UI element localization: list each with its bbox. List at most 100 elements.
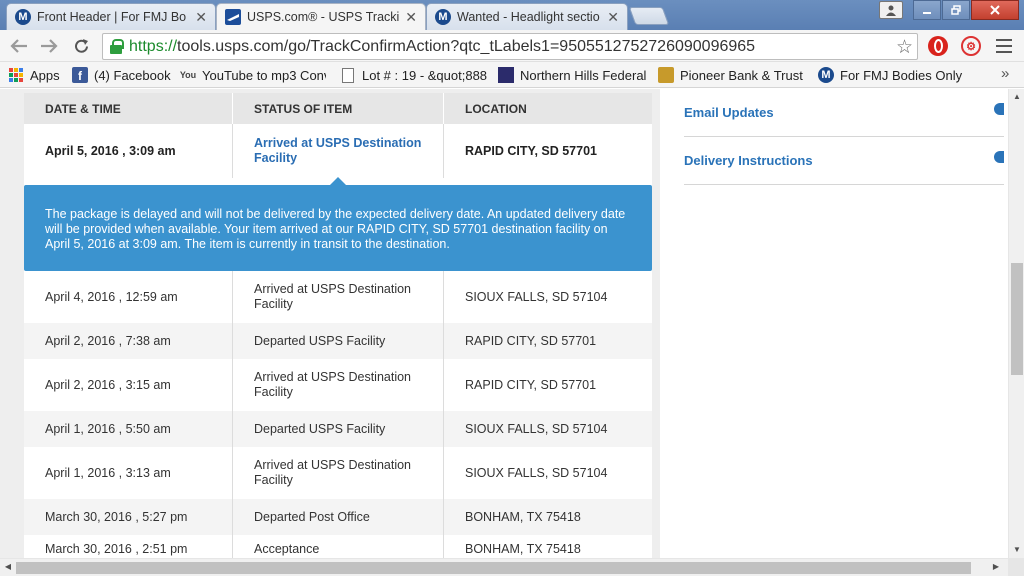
column-header-status: STATUS OF ITEM xyxy=(233,93,444,124)
event-date: April 1, 2016 , 3:13 am xyxy=(45,465,171,480)
bookmark-facebook[interactable]: f (4) Facebook xyxy=(72,66,172,84)
table-row: March 30, 2016 , 5:27 pm Departed Post O… xyxy=(24,499,652,535)
bookmark-fmj-bodies[interactable]: M For FMJ Bodies Only xyxy=(818,66,968,84)
event-status: Departed USPS Facility xyxy=(254,333,386,348)
tab-title: Wanted - Headlight sectio xyxy=(457,10,600,24)
reload-button[interactable] xyxy=(70,35,92,57)
person-icon xyxy=(886,5,896,16)
profile-button[interactable] xyxy=(879,1,903,19)
minimize-button[interactable] xyxy=(913,0,941,20)
table-row: April 2, 2016 , 3:15 am Arrived at USPS … xyxy=(24,359,652,411)
restore-button[interactable] xyxy=(942,0,970,20)
scroll-up-arrow-icon[interactable]: ▲ xyxy=(1009,92,1024,101)
event-location: RAPID CITY, SD 57701 xyxy=(465,377,597,392)
bookmark-northern-hills[interactable]: Northern Hills Federal xyxy=(498,66,646,84)
event-location: SIOUX FALLS, SD 57104 xyxy=(465,421,608,436)
vertical-scroll-thumb[interactable] xyxy=(1011,263,1023,375)
page-content: DATE & TIME STATUS OF ITEM LOCATION Apri… xyxy=(0,89,1008,558)
column-header-date: DATE & TIME xyxy=(24,93,233,124)
bookmark-label: Apps xyxy=(30,67,60,83)
event-location: SIOUX FALLS, SD 57104 xyxy=(465,465,608,480)
browser-tab-strip: M Front Header | For FMJ Bo ✕ USPS.com® … xyxy=(0,0,1024,30)
table-row: April 2, 2016 , 7:38 am Departed USPS Fa… xyxy=(24,323,652,359)
tab-usps-tracking[interactable]: USPS.com® - USPS Tracki ✕ xyxy=(216,3,426,30)
scroll-down-arrow-icon[interactable]: ▼ xyxy=(1009,545,1024,554)
bookmark-youtube-mp3[interactable]: You YouTube to mp3 Conv xyxy=(180,66,326,84)
link-label: Email Updates xyxy=(684,105,774,120)
horizontal-scroll-thumb[interactable] xyxy=(16,562,971,574)
close-icon[interactable]: ✕ xyxy=(195,9,207,26)
email-updates-link[interactable]: Email Updates xyxy=(684,89,1004,137)
event-date: April 2, 2016 , 3:15 am xyxy=(45,377,171,392)
event-location: BONHAM, TX 75418 xyxy=(465,542,581,556)
chrome-menu-icon[interactable] xyxy=(996,39,1012,53)
bookmark-apps[interactable]: Apps xyxy=(8,66,64,84)
bookmark-label: Lot # : 19 - &quot;888 xyxy=(362,67,488,83)
event-status: Acceptance xyxy=(254,542,320,556)
horizontal-scrollbar[interactable]: ◀ ▶ xyxy=(0,558,1008,576)
lock-icon xyxy=(109,39,124,54)
event-status: Arrived at USPS Destination Facility xyxy=(254,282,412,311)
tab-wanted-headlight[interactable]: M Wanted - Headlight sectio ✕ xyxy=(426,3,628,30)
event-date: March 30, 2016 , 2:51 pm xyxy=(45,542,188,556)
tab-front-header[interactable]: M Front Header | For FMJ Bo ✕ xyxy=(6,3,216,30)
bookmark-label: For FMJ Bodies Only xyxy=(840,67,963,83)
mopar-icon: M xyxy=(15,9,31,25)
facebook-icon: f xyxy=(72,67,88,83)
expand-icon xyxy=(994,103,1004,115)
browser-toolbar: https://tools.usps.com/go/TrackConfirmAc… xyxy=(0,30,1024,62)
link-label: Delivery Instructions xyxy=(684,153,813,168)
vertical-scrollbar[interactable]: ▲ ▼ xyxy=(1008,89,1024,558)
event-date: March 30, 2016 , 5:27 pm xyxy=(45,509,188,524)
restore-icon xyxy=(951,5,961,15)
expand-icon xyxy=(994,151,1004,163)
event-location: RAPID CITY, SD 57701 xyxy=(465,143,597,158)
close-icon[interactable]: ✕ xyxy=(607,9,619,26)
mopar-icon: M xyxy=(818,67,834,83)
back-arrow-icon xyxy=(10,39,27,53)
column-header-location: LOCATION xyxy=(444,93,652,124)
opera-extension-icon[interactable] xyxy=(928,36,948,56)
reload-icon xyxy=(74,38,88,53)
bookmark-lot-19[interactable]: Lot # : 19 - &quot;888 xyxy=(340,66,488,84)
minimize-icon xyxy=(923,12,931,14)
scroll-right-arrow-icon[interactable]: ▶ xyxy=(988,562,1004,571)
scroll-left-arrow-icon[interactable]: ◀ xyxy=(0,562,16,571)
table-row: April 1, 2016 , 3:13 am Arrived at USPS … xyxy=(24,447,652,499)
event-location: SIOUX FALLS, SD 57104 xyxy=(465,289,608,304)
event-date: April 4, 2016 , 12:59 am xyxy=(45,289,178,304)
tracking-history-table: DATE & TIME STATUS OF ITEM LOCATION Apri… xyxy=(24,93,652,558)
event-status: Departed Post Office xyxy=(254,509,370,524)
event-location: RAPID CITY, SD 57701 xyxy=(465,333,597,348)
address-bar[interactable]: https://tools.usps.com/go/TrackConfirmAc… xyxy=(102,33,918,60)
bookmark-pioneer-bank[interactable]: Pioneer Bank & Trust xyxy=(658,66,804,84)
usps-icon xyxy=(225,9,241,25)
page-icon xyxy=(342,67,354,83)
event-date: April 5, 2016 , 3:09 am xyxy=(45,143,176,158)
new-tab-button[interactable] xyxy=(628,7,670,25)
delivery-instructions-link[interactable]: Delivery Instructions xyxy=(684,137,1004,185)
table-row: April 1, 2016 , 5:50 am Departed USPS Fa… xyxy=(24,411,652,447)
back-button[interactable] xyxy=(8,35,30,57)
event-date: April 2, 2016 , 7:38 am xyxy=(45,333,171,348)
window-close-button[interactable] xyxy=(971,0,1019,20)
bookmarks-overflow-icon[interactable]: » xyxy=(1001,65,1009,82)
apps-grid-icon xyxy=(8,67,24,83)
bookmark-label: Northern Hills Federal xyxy=(520,67,646,83)
table-row: March 30, 2016 , 2:51 pm Acceptance BONH… xyxy=(24,535,652,558)
table-row-latest: April 5, 2016 , 3:09 am Arrived at USPS … xyxy=(24,124,652,178)
event-status: Arrived at USPS Destination Facility xyxy=(254,136,422,165)
close-icon[interactable]: ✕ xyxy=(405,9,417,26)
event-status: Arrived at USPS Destination Facility xyxy=(254,458,412,487)
bookmark-label: Pioneer Bank & Trust xyxy=(680,67,803,83)
extension-icon[interactable]: ⚙ xyxy=(961,36,981,56)
bookmarks-bar: Apps f (4) Facebook You YouTube to mp3 C… xyxy=(0,62,1024,88)
scrollbar-corner xyxy=(1008,558,1024,576)
tab-title: USPS.com® - USPS Tracki xyxy=(247,10,400,24)
event-status: Departed USPS Facility xyxy=(254,421,386,436)
forward-button[interactable] xyxy=(38,35,60,57)
northern-hills-icon xyxy=(498,67,514,83)
bookmark-star-icon[interactable]: ☆ xyxy=(896,36,913,59)
tab-title: Front Header | For FMJ Bo xyxy=(37,10,187,24)
mopar-icon: M xyxy=(435,9,451,25)
